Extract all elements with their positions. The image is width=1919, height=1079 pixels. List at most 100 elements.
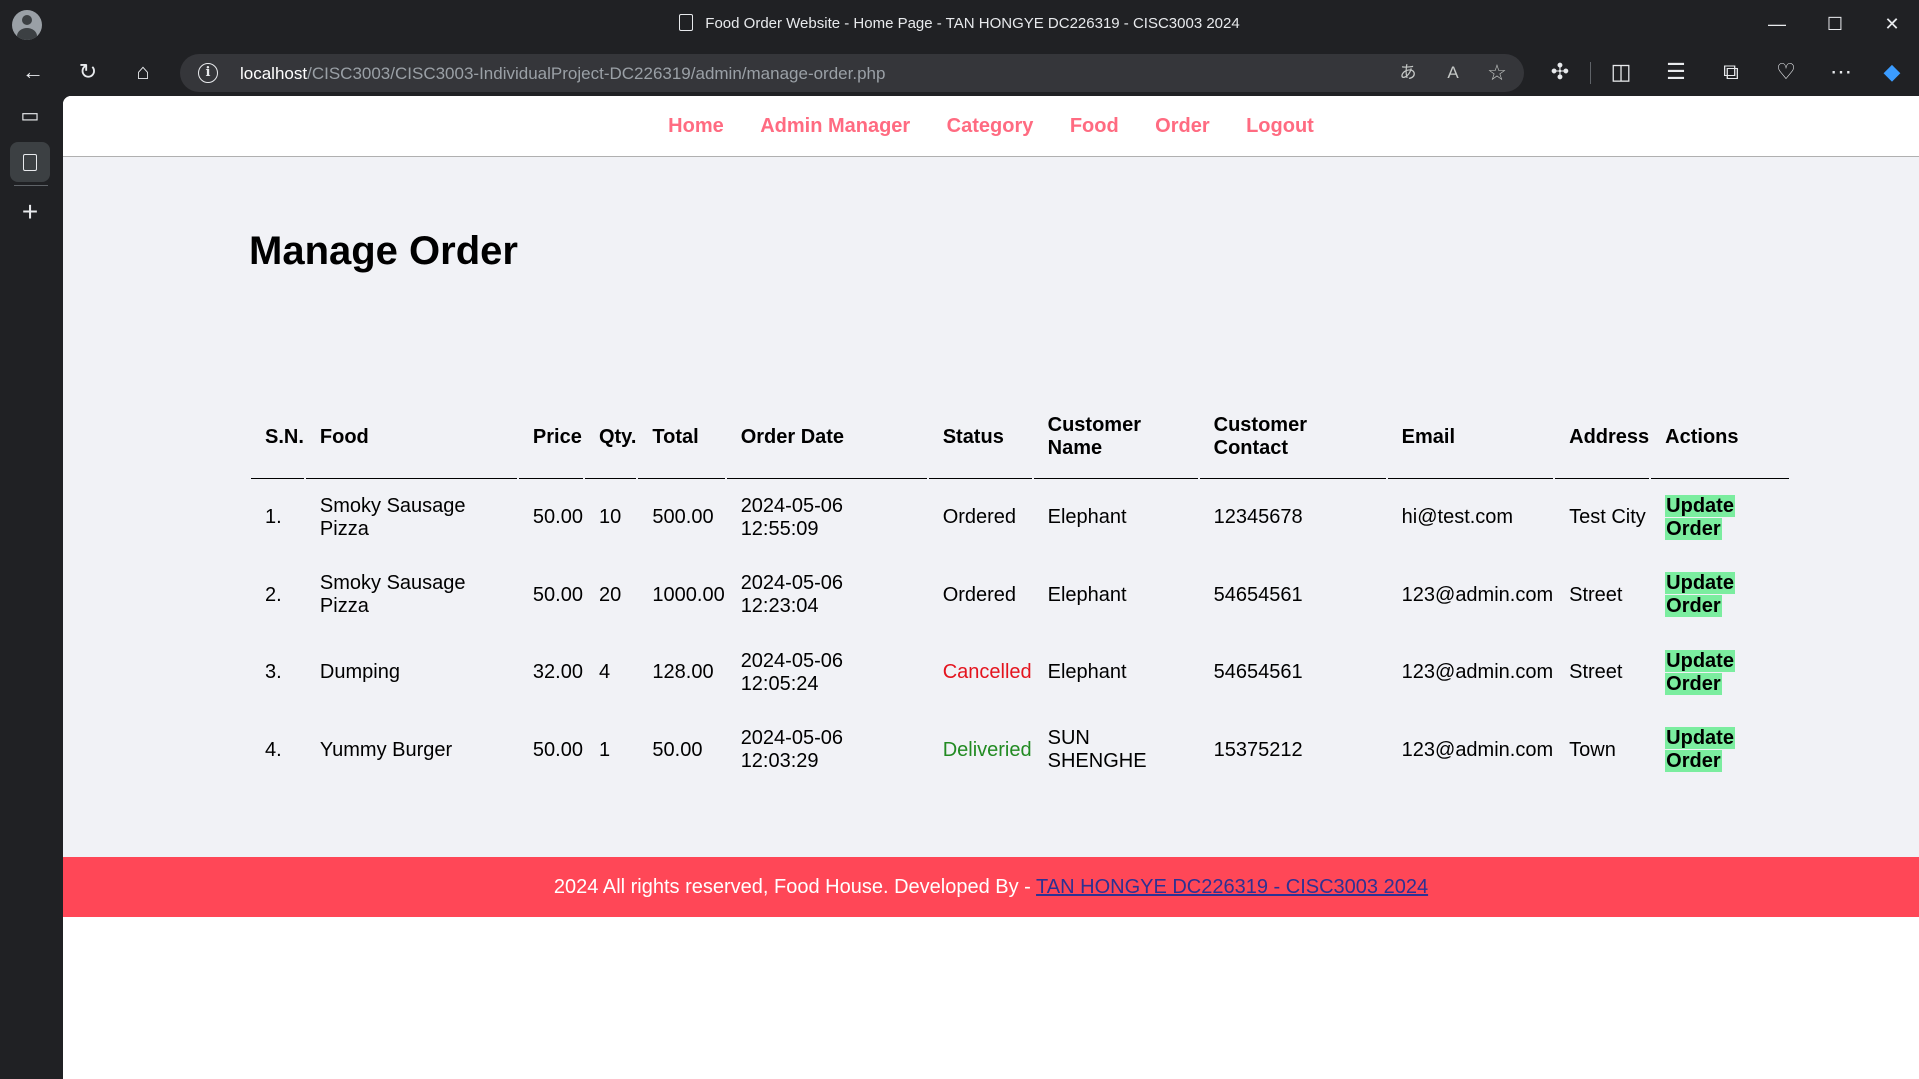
cell-customer-name: Elephant xyxy=(1047,583,1127,606)
browser-toolbar: ← ↻ ⌂ i localhost/CISC3003/CISC3003-Indi… xyxy=(0,48,1919,96)
cell-food: Yummy Burger xyxy=(319,738,453,761)
cell-sn: 2. xyxy=(265,583,282,606)
cell-status: Ordered xyxy=(942,506,1017,529)
cell-address: Street xyxy=(1569,583,1623,606)
home-icon[interactable]: ⌂ xyxy=(125,54,161,90)
cell-address: Test City xyxy=(1569,506,1646,529)
nav-food[interactable]: Food xyxy=(1070,115,1119,137)
cell-price: 50.00 xyxy=(532,583,583,606)
nav-home[interactable]: Home xyxy=(668,115,724,137)
close-icon[interactable]: ✕ xyxy=(1869,8,1915,40)
url-text[interactable]: localhost/CISC3003/CISC3003-IndividualPr… xyxy=(240,64,885,84)
cell-customer-name: Elephant xyxy=(1047,506,1127,529)
header-price: Price xyxy=(518,407,583,479)
cell-total: 500.00 xyxy=(652,506,714,529)
url-host: localhost xyxy=(240,64,308,83)
current-tab-icon[interactable] xyxy=(10,142,50,182)
orders-table: S.N. Food Price Qty. Total Order Date St… xyxy=(249,407,1791,789)
cell-customer-contact: 12345678 xyxy=(1213,506,1303,529)
header-status: Status xyxy=(928,407,1032,479)
cell-price: 32.00 xyxy=(532,661,583,684)
url-path: /CISC3003/CISC3003-IndividualProject-DC2… xyxy=(307,64,886,83)
cell-address: Street xyxy=(1569,661,1623,684)
header-actions: Actions xyxy=(1651,407,1790,479)
reload-icon[interactable]: ↻ xyxy=(70,54,106,90)
title-bar: Food Order Website - Home Page - TAN HON… xyxy=(0,0,1919,48)
minimize-icon[interactable]: — xyxy=(1754,8,1800,40)
cell-total: 1000.00 xyxy=(652,583,725,606)
cell-email: 123@admin.com xyxy=(1401,738,1554,761)
header-sn: S.N. xyxy=(251,407,304,479)
main-content: Manage Order S.N. Food Price Qty. Total … xyxy=(63,157,1919,857)
favorite-star-icon[interactable]: ☆ xyxy=(1482,58,1512,88)
cell-qty: 4 xyxy=(598,661,611,684)
footer-developer-link[interactable]: TAN HONGYE DC226319 - CISC3003 2024 xyxy=(1036,876,1428,898)
header-customer-contact: Customer Contact xyxy=(1199,407,1386,479)
page-document-icon xyxy=(23,154,37,171)
main-menu: Home Admin Manager Category Food Order L… xyxy=(63,96,1919,157)
update-order-button[interactable]: Update Order xyxy=(1665,572,1735,618)
update-order-button[interactable]: Update Order xyxy=(1665,649,1735,695)
cell-order-date: 2024-05-06 12:05:24 xyxy=(740,649,843,695)
footer-text: 2024 All rights reserved, Food House. De… xyxy=(553,876,1037,898)
cell-email: 123@admin.com xyxy=(1401,583,1554,606)
nav-admin-manager[interactable]: Admin Manager xyxy=(760,115,910,137)
page-title: Manage Order xyxy=(249,229,518,273)
read-aloud-icon[interactable]: A xyxy=(1438,58,1468,88)
cell-customer-name: SUN SHENGHE xyxy=(1047,727,1147,773)
cell-actions: Update Order xyxy=(1651,712,1789,790)
table-header-row: S.N. Food Price Qty. Total Order Date St… xyxy=(251,407,1790,479)
cell-total: 128.00 xyxy=(652,661,714,684)
cell-order-date: 2024-05-06 12:03:29 xyxy=(740,727,843,773)
page-document-icon xyxy=(679,14,694,31)
site-info-icon[interactable]: i xyxy=(198,63,218,83)
cell-qty: 20 xyxy=(598,583,622,606)
cell-status: Ordered xyxy=(942,583,1017,606)
copilot-icon[interactable]: ◆ xyxy=(1874,54,1910,90)
header-address: Address xyxy=(1555,407,1650,479)
nav-logout[interactable]: Logout xyxy=(1246,115,1314,137)
cell-customer-contact: 54654561 xyxy=(1213,661,1303,684)
header-qty: Qty. xyxy=(584,407,637,479)
cell-sn: 3. xyxy=(265,661,282,684)
update-order-button[interactable]: Update Order xyxy=(1665,727,1735,773)
more-options-icon[interactable]: ⋯ xyxy=(1823,54,1859,90)
nav-order[interactable]: Order xyxy=(1155,115,1209,137)
nav-category[interactable]: Category xyxy=(947,115,1034,137)
table-row: 2. Smoky Sausage Pizza 50.00 20 1000.00 … xyxy=(251,557,1789,635)
header-order-date: Order Date xyxy=(726,407,927,479)
address-bar[interactable]: i localhost/CISC3003/CISC3003-Individual… xyxy=(180,54,1524,92)
table-row: 3. Dumping 32.00 4 128.00 2024-05-06 12:… xyxy=(251,634,1789,712)
cell-actions: Update Order xyxy=(1651,557,1789,635)
cell-actions: Update Order xyxy=(1651,479,1789,557)
translate-icon[interactable]: あ xyxy=(1393,58,1423,88)
cell-customer-name: Elephant xyxy=(1047,661,1127,684)
vertical-tabs-sidebar: ▭ + xyxy=(0,96,63,1079)
cell-status: Deliveried xyxy=(942,738,1032,761)
browser-essentials-icon[interactable]: ♡ xyxy=(1768,54,1804,90)
split-screen-icon[interactable]: ◫ xyxy=(1603,54,1639,90)
cell-qty: 10 xyxy=(598,506,622,529)
cell-customer-contact: 54654561 xyxy=(1213,583,1303,606)
cell-food: Smoky Sausage Pizza xyxy=(319,572,466,618)
header-email: Email xyxy=(1387,407,1554,479)
update-order-button[interactable]: Update Order xyxy=(1665,494,1735,540)
cell-price: 50.00 xyxy=(532,506,583,529)
cell-food: Smoky Sausage Pizza xyxy=(319,494,466,540)
sidebar-divider xyxy=(14,185,48,186)
tab-actions-icon[interactable]: ▭ xyxy=(10,96,50,136)
new-tab-icon[interactable]: + xyxy=(10,192,50,232)
cell-qty: 1 xyxy=(598,738,611,761)
cell-order-date: 2024-05-06 12:23:04 xyxy=(740,572,843,618)
back-icon[interactable]: ← xyxy=(15,54,51,90)
window-title: Food Order Website - Home Page - TAN HON… xyxy=(0,14,1919,32)
window-title-text: Food Order Website - Home Page - TAN HON… xyxy=(705,15,1240,32)
extensions-icon[interactable]: ✣ xyxy=(1542,54,1578,90)
table-row: 1. Smoky Sausage Pizza 50.00 10 500.00 2… xyxy=(251,479,1789,557)
favorites-list-icon[interactable]: ☰ xyxy=(1658,54,1694,90)
collections-icon[interactable]: ⧉ xyxy=(1713,54,1749,90)
maximize-icon[interactable]: ☐ xyxy=(1812,8,1858,40)
header-total: Total xyxy=(638,407,725,479)
cell-total: 50.00 xyxy=(652,738,703,761)
toolbar-divider xyxy=(1590,62,1591,84)
